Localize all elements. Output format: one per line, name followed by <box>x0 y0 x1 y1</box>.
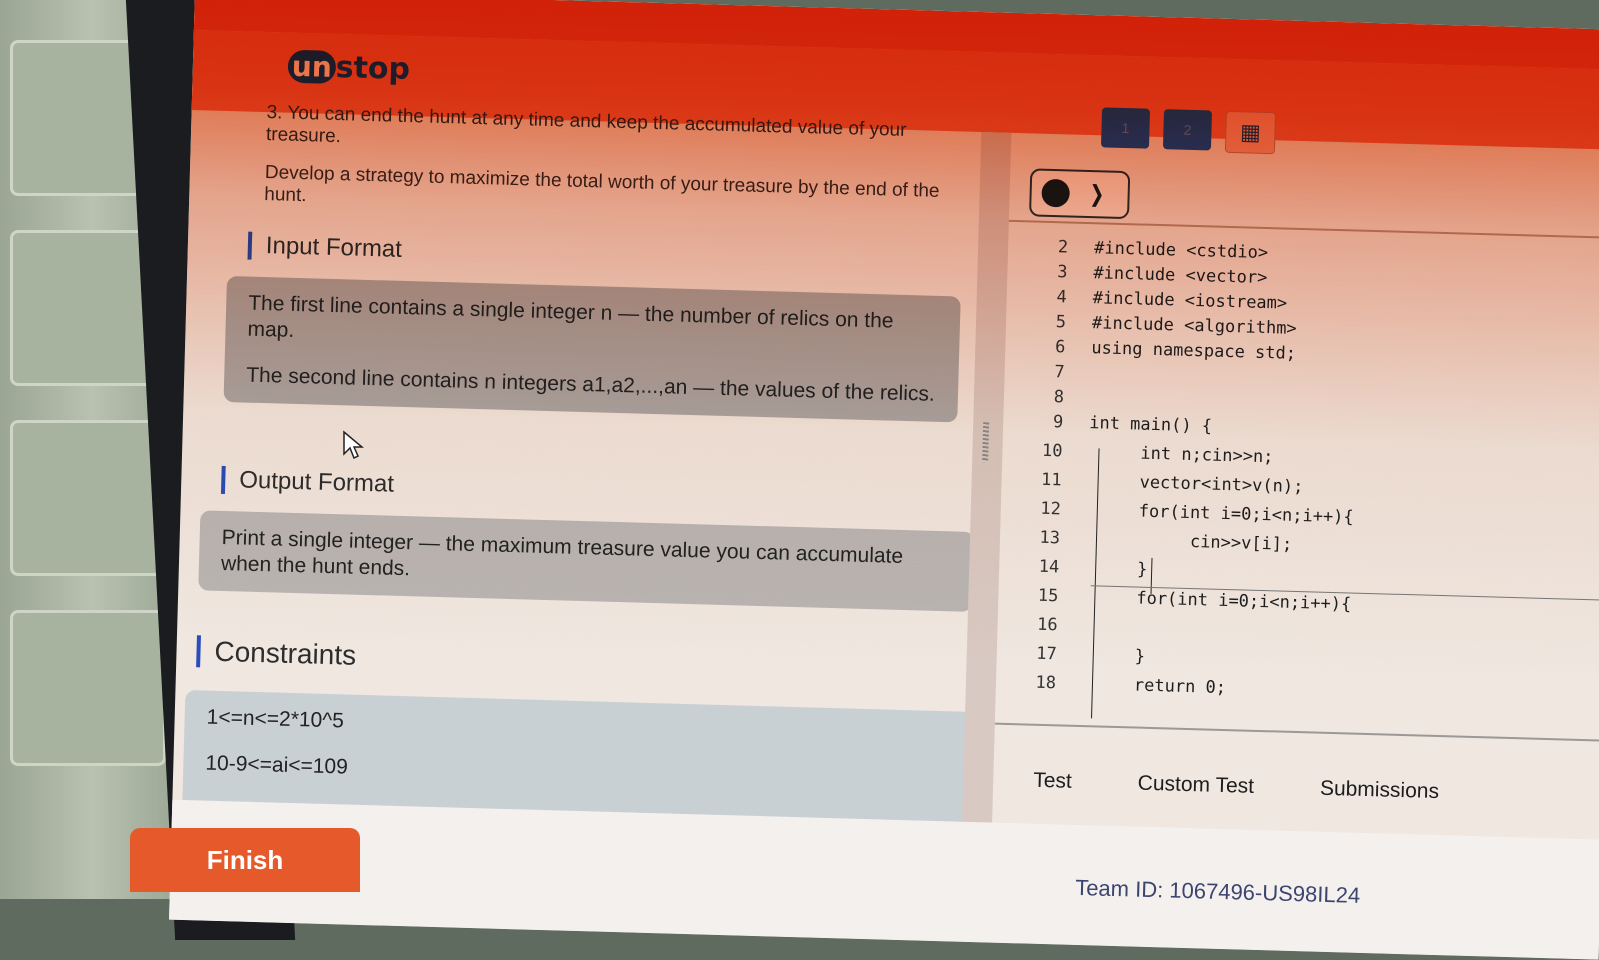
output-text: Print a single integer — the maximum tre… <box>220 525 904 581</box>
constraint-2: 10-9<=ai<=109 <box>205 751 349 779</box>
toggle-knob <box>1041 178 1071 208</box>
code-text: #include <algorithm> <box>1091 313 1297 339</box>
code-line[interactable]: 18 return 0; <box>996 672 1226 700</box>
code-line[interactable]: 6 using namespace std; <box>1005 336 1296 364</box>
footer-bar <box>169 798 1599 960</box>
output-format-title: Output Format <box>220 465 395 499</box>
line-number: 3 <box>1056 262 1068 283</box>
code-line[interactable]: 4 #include <iostream> <box>1006 286 1287 313</box>
tab-test[interactable]: Test <box>1033 769 1072 794</box>
code-line[interactable]: 3 #include <vector> <box>1007 261 1268 289</box>
finish-button[interactable]: Finish <box>130 828 360 892</box>
input-line-1: The first line contains a single integer… <box>247 291 894 342</box>
moon-icon: ❭ <box>1087 181 1107 207</box>
code-text: int n;cin>>n; <box>1140 443 1274 468</box>
input-format-box: The first line contains a single integer… <box>223 276 961 423</box>
line-number: 4 <box>1056 287 1068 308</box>
output-format-box: Print a single integer — the maximum tre… <box>198 510 975 612</box>
code-line[interactable]: 2 #include <cstdio> <box>1008 236 1269 264</box>
code-text: #include <vector> <box>1093 263 1268 289</box>
input-format-title: Input Format <box>247 231 403 264</box>
indent-guide <box>1091 448 1100 719</box>
line-number: 6 <box>1054 337 1066 358</box>
code-text: int main() { <box>1088 413 1213 437</box>
drawer-panel <box>10 610 166 766</box>
unstop-logo[interactable]: un stop <box>287 49 411 87</box>
resize-handle-icon[interactable] <box>982 422 990 463</box>
line-number: 15 <box>1037 585 1059 607</box>
editor-footer-rule <box>994 722 1599 742</box>
tab-custom-test[interactable]: Custom Test <box>1137 772 1254 799</box>
code-line[interactable]: 17} <box>996 643 1145 671</box>
code-line[interactable]: 13 cin>>v[i]; <box>1000 527 1292 555</box>
line-number: 9 <box>1052 412 1064 433</box>
line-number: 13 <box>1039 527 1061 549</box>
constraint-1: 1<=n<=2*10^5 <box>206 705 345 733</box>
line-number: 7 <box>1054 362 1065 383</box>
line-number: 11 <box>1040 469 1062 491</box>
result-tabs: Test Custom Test Submissions <box>1033 769 1439 804</box>
line-number: 16 <box>1036 614 1058 636</box>
code-area[interactable]: 2 #include <cstdio> 3 #include <vector> 4 #in… <box>1008 236 1599 719</box>
input-line-2: The second line contains n integers a1,a… <box>245 363 936 406</box>
code-line[interactable]: 10 int n;cin>>n; <box>1002 440 1274 468</box>
code-line[interactable]: 14} <box>999 556 1147 584</box>
code-text: #include <iostream> <box>1092 288 1288 314</box>
code-line[interactable]: 9 int main() { <box>1003 411 1213 439</box>
code-text: #include <cstdio> <box>1093 238 1269 264</box>
line-number: 8 <box>1053 387 1065 408</box>
code-line[interactable]: 8 <box>1004 386 1065 414</box>
code-line[interactable]: 11 vector<int>v(n); <box>1001 469 1304 497</box>
code-line[interactable]: 15 for(int i=0;i<n;i++){ <box>998 585 1352 615</box>
code-text: for(int i=0;i<n;i++){ <box>1138 501 1354 528</box>
drawer-panel <box>10 420 166 576</box>
theme-toggle[interactable]: ❭ <box>1029 168 1131 220</box>
code-text: } <box>1134 646 1146 667</box>
strategy-text: Develop a strategy to maximize the total… <box>264 162 940 207</box>
constraints-title: Constraints <box>196 635 357 672</box>
line-number: 18 <box>1035 672 1057 694</box>
line-number: 17 <box>1036 643 1058 665</box>
code-text: vector<int>v(n); <box>1139 472 1304 498</box>
code-line[interactable]: 7 <box>1004 361 1065 389</box>
code-text: cin>>v[i]; <box>1189 532 1293 555</box>
line-number: 5 <box>1055 312 1067 333</box>
code-line[interactable]: 16 <box>997 614 1058 642</box>
screen: un stop 1 2 ▦ 3. You can end the hunt at … <box>169 0 1599 960</box>
line-number: 14 <box>1038 556 1060 578</box>
code-text: } <box>1136 559 1148 580</box>
code-editor[interactable]: ❭ 2 #include <cstdio> 3 #include <vector> 4 #… <box>994 128 1599 803</box>
tab-submissions[interactable]: Submissions <box>1320 777 1440 804</box>
code-line[interactable]: 5 #include <algorithm> <box>1006 311 1297 339</box>
line-number: 10 <box>1041 440 1063 462</box>
line-number: 12 <box>1040 498 1062 520</box>
code-text: using namespace std; <box>1091 338 1297 364</box>
code-text: return 0; <box>1133 675 1227 699</box>
problem-panel: 3. You can end the hunt at any time and … <box>172 95 990 881</box>
mouse-cursor-icon <box>343 430 364 460</box>
editor-header-rule <box>1008 219 1599 240</box>
code-line[interactable]: 12 for(int i=0;i<n;i++){ <box>1000 498 1354 528</box>
line-number: 2 <box>1057 237 1069 258</box>
